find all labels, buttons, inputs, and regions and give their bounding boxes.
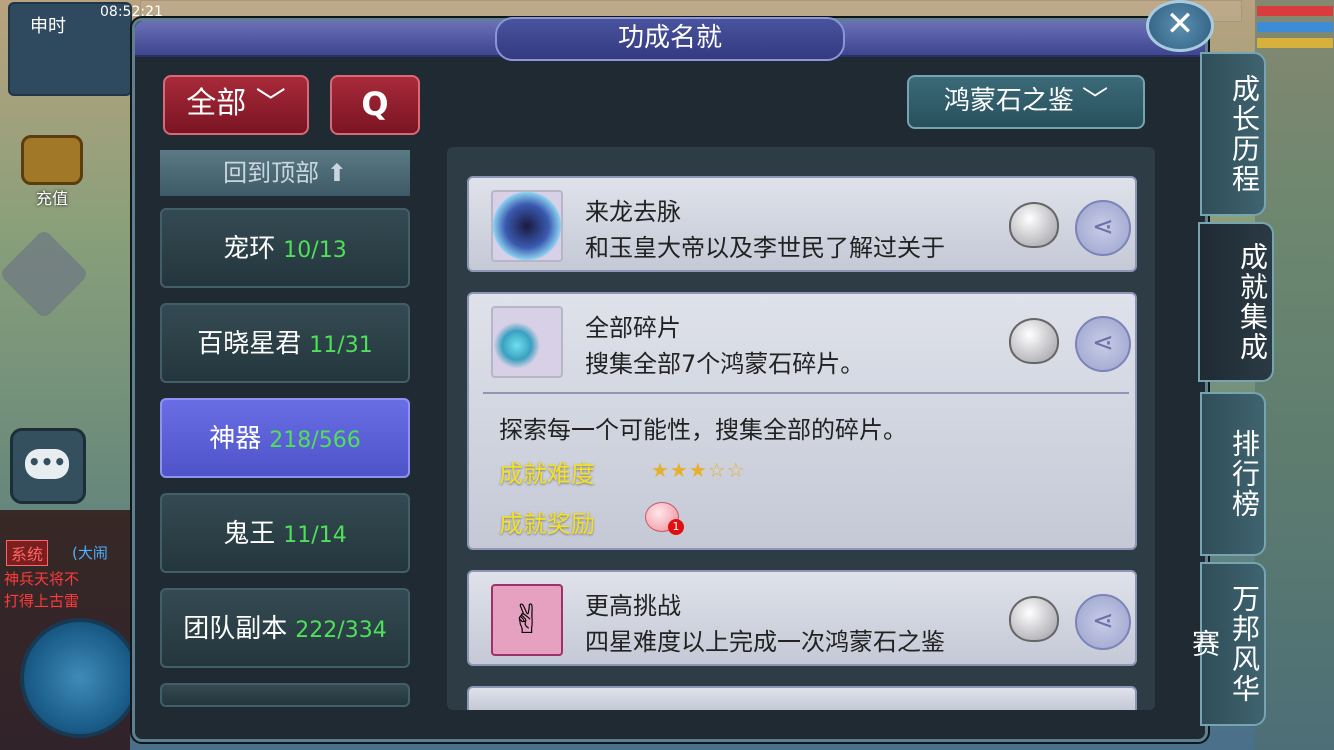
category-item[interactable]: 鬼王 11/14 [160,493,410,573]
close-button[interactable]: ✕ [1146,0,1214,52]
back-to-top-button[interactable]: 回到顶部 ⬆ [160,150,410,196]
achievement-card[interactable] [467,686,1137,710]
recharge-label: 充值 [35,189,68,208]
tab-label: 成长历程 [1228,74,1261,194]
tab-nations-contest[interactable]: 万邦风华赛 [1188,562,1266,726]
peach-reward-icon[interactable]: 1 [645,502,684,535]
chat-bubble-icon: ••• [25,449,69,479]
close-icon: ✕ [1165,4,1195,44]
peach-reward-icon [1009,596,1059,642]
panel-titlebar: 功成名就 [135,17,1205,61]
tab-growth-history[interactable]: 成长历程 [1200,52,1266,216]
achievement-name: 来龙去脉 [585,198,681,226]
search-icon: Q [361,85,389,123]
category-label: 鸿蒙石之鉴 [943,86,1074,116]
category-item[interactable]: 百晓星君 11/31 [160,303,410,383]
peach-reward-icon [1009,202,1059,248]
share-button[interactable]: ⋖ [1075,594,1131,650]
filter-dropdown[interactable]: 全部 ﹀ [163,75,309,135]
reward-label: 成就奖励 [499,510,595,538]
share-button[interactable]: ⋖ [1075,316,1131,372]
recharge-button[interactable]: 充值 [20,135,84,208]
share-icon: ⋖ [1092,328,1114,358]
share-button[interactable]: ⋖ [1075,200,1131,256]
category-item-active[interactable]: 神器 218/566 [160,398,410,478]
category-count: 222/334 [295,618,387,643]
search-button[interactable]: Q [330,75,420,135]
tab-achievement-collection[interactable]: 成就集成 [1198,222,1274,382]
category-count: 11/14 [283,523,347,548]
back-to-top-label: 回到顶部 [223,159,320,187]
chevron-down-icon: ﹀ [1082,86,1109,116]
chat-line: 神兵天将不 [4,570,80,588]
share-icon: ⋖ [1092,606,1114,636]
victory-hand-icon: ✌ [491,584,563,656]
category-count: 10/13 [283,238,347,263]
achievement-card[interactable]: 来龙去脉 和玉皇大帝以及李世民了解过关于 ⋖ [467,176,1137,272]
tab-label: 成就集成 [1236,242,1269,362]
treasure-chest-icon [21,135,83,185]
chat-channel-tag: 系统 [6,540,49,566]
health-bar [1257,6,1333,16]
achievement-desc: 搜集全部7个鸿蒙石碎片。 [585,350,865,378]
filter-label: 全部 [186,86,247,121]
time-widget: 申时 08:52:21 [8,2,163,96]
category-name: 团队副本 [183,614,288,644]
achievement-card[interactable]: ✌ 更高挑战 四星难度以上完成一次鸿蒙石之鉴 ⋖ [467,570,1137,666]
time-period-label: 申时 [30,16,66,37]
tab-leaderboard[interactable]: 排行榜 [1200,392,1266,556]
category-dropdown[interactable]: 鸿蒙石之鉴 ﹀ [907,75,1145,129]
achievement-card-expanded[interactable]: 全部碎片 搜集全部7个鸿蒙石碎片。 ⋖ 探索每一个可能性，搜集全部的碎片。 成就… [467,292,1137,550]
category-item[interactable] [160,683,410,707]
peach-reward-icon [1009,318,1059,364]
achievement-name: 更高挑战 [585,592,681,620]
panel-title: 功成名就 [495,17,845,61]
virtual-joystick[interactable] [20,618,140,738]
exp-bar [1257,38,1333,48]
eye-orb-icon [491,190,563,262]
achievement-detail: 探索每一个可能性，搜集全部的碎片。 [499,416,907,444]
divider [483,392,1129,394]
chat-line: (大闹 [72,544,108,562]
chat-button[interactable]: ••• [10,428,86,504]
chevron-down-icon: ﹀ [255,86,286,121]
achievement-name: 全部碎片 [585,314,681,342]
difficulty-label: 成就难度 [499,460,595,488]
mana-bar [1257,22,1333,32]
achievement-desc: 四星难度以上完成一次鸿蒙石之鉴 [585,628,945,656]
chat-line: 打得上古雷 [4,592,80,610]
category-count: 11/31 [309,333,373,358]
share-icon: ⋖ [1092,212,1114,242]
tab-label: 排行榜 [1228,429,1261,519]
reward-count-badge: 1 [668,519,684,535]
difficulty-stars: ★★★☆☆ [651,458,746,482]
category-name: 神器 [209,424,262,454]
crystal-shards-icon [491,306,563,378]
category-name: 百晓星君 [197,329,302,359]
arrow-up-icon: ⬆ [326,159,347,187]
category-name: 鬼王 [223,519,276,549]
achievement-desc: 和玉皇大帝以及李世民了解过关于 [585,234,945,262]
category-count: 218/566 [269,428,361,453]
category-item[interactable]: 团队副本 222/334 [160,588,410,668]
category-name: 宠环 [223,234,276,264]
category-item[interactable]: 宠环 10/13 [160,208,410,288]
